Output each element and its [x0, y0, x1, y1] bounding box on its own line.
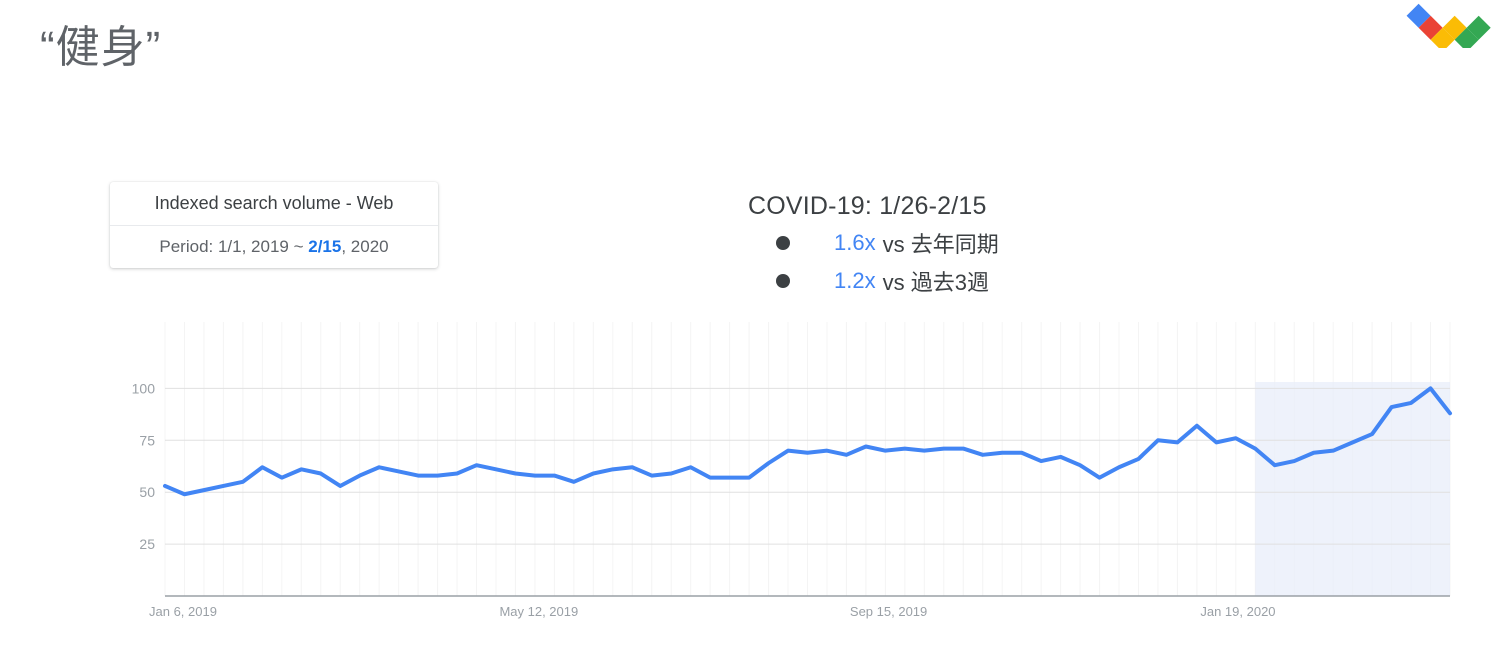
svg-text:100: 100: [132, 380, 156, 396]
svg-text:50: 50: [139, 484, 155, 500]
x-axis-tick-label: Jan 6, 2019: [149, 604, 217, 619]
google-trends-logo: [1406, 0, 1492, 52]
callout-comparison: vs 過去3週: [882, 270, 989, 295]
bullet-icon: [776, 274, 790, 288]
card-period-label: Period: 1/1, 2019 ~ 2/15, 2020: [110, 226, 438, 268]
callout-multiplier: 1.2x: [834, 268, 876, 293]
period-prefix: Period: 1/1, 2019 ~: [159, 237, 309, 256]
card-metric-label: Indexed search volume - Web: [110, 182, 438, 226]
callout-title: COVID-19: 1/26-2/15: [748, 192, 987, 220]
trends-line-chart: 25 50 75 100 Jan 6, 2019 May 12, 2019 Sep 15,…: [120, 322, 1455, 622]
list-item: 1.2x vs 過去3週: [776, 265, 999, 297]
callout-comparison: vs 去年同期: [882, 232, 999, 257]
chart-x-axis-labels: Jan 6, 2019 May 12, 2019 Sep 15, 2019 Jan 1…: [149, 604, 1276, 619]
svg-text:75: 75: [139, 432, 155, 448]
x-axis-tick-label: Sep 15, 2019: [850, 604, 927, 619]
x-axis-tick-label: May 12, 2019: [499, 604, 578, 619]
indexed-search-volume-card: Indexed search volume - Web Period: 1/1,…: [110, 182, 438, 268]
callout-list: 1.6x vs 去年同期 1.2x vs 過去3週: [748, 227, 999, 297]
svg-text:25: 25: [139, 536, 155, 552]
list-item: 1.6x vs 去年同期: [776, 227, 999, 259]
bullet-icon: [776, 236, 790, 250]
x-axis-tick-label: Jan 19, 2020: [1200, 604, 1275, 619]
covid-callout: COVID-19: 1/26-2/15 1.6x vs 去年同期 1.2x vs…: [748, 192, 999, 303]
period-highlight: 2/15: [308, 237, 342, 256]
period-suffix: , 2020: [341, 237, 389, 256]
chart-highlight-band: [1255, 382, 1450, 596]
callout-multiplier: 1.6x: [834, 230, 876, 255]
chart-y-axis-labels: 25 50 75 100: [132, 380, 156, 552]
page-title: “健身”: [40, 23, 162, 72]
